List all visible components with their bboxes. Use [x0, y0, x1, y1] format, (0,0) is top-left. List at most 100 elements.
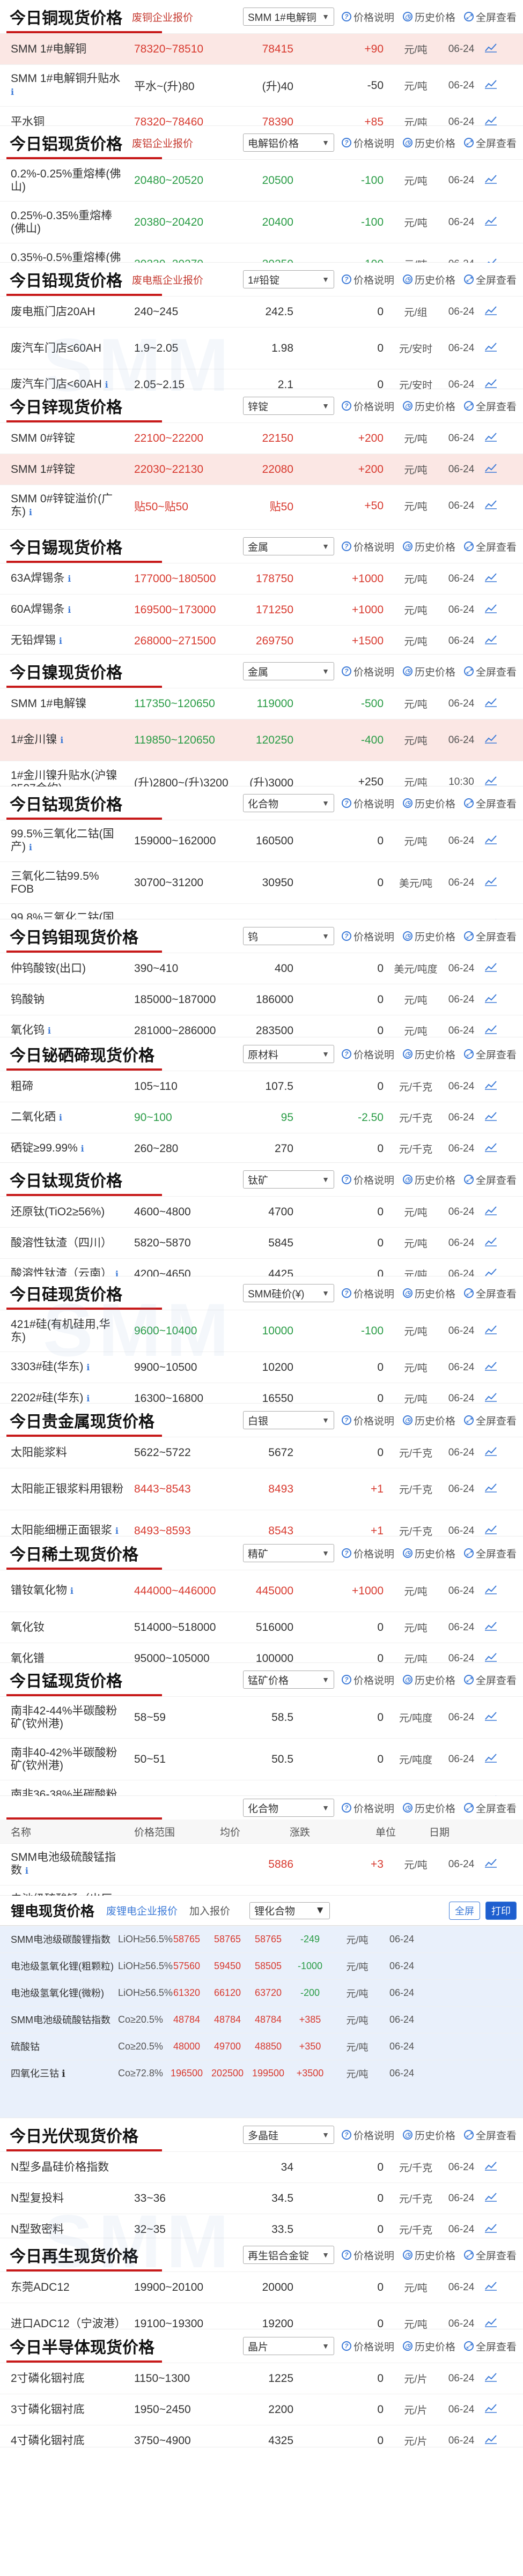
- price-explain-link[interactable]: ? 价格说明: [341, 10, 394, 24]
- info-icon[interactable]: ℹ: [29, 843, 32, 852]
- trend-chart-icon[interactable]: [480, 1858, 502, 1872]
- trend-chart-icon[interactable]: [480, 993, 502, 1007]
- product-name[interactable]: 2寸磷化铟衬底: [11, 2372, 123, 2385]
- trend-chart-icon[interactable]: [480, 572, 502, 586]
- trend-chart-icon[interactable]: [480, 834, 502, 848]
- product-name[interactable]: 硫酸钴: [11, 2042, 118, 2052]
- trend-chart-icon[interactable]: [480, 1324, 502, 1338]
- history-price-link[interactable]: ◷ 历史价格: [402, 1546, 455, 1561]
- trend-chart-icon[interactable]: [480, 1482, 502, 1496]
- category-select[interactable]: 金属 ▼: [242, 537, 334, 555]
- history-price-link[interactable]: ◷ 历史价格: [402, 2339, 455, 2354]
- product-name[interactable]: 421#硅(有机硅用,华东): [11, 1318, 123, 1344]
- history-price-link[interactable]: ◷ 历史价格: [402, 796, 455, 811]
- price-explain-link[interactable]: ? 价格说明: [341, 664, 394, 679]
- trend-chart-icon[interactable]: [480, 305, 502, 319]
- product-name[interactable]: SMM 1#锌锭: [11, 463, 123, 476]
- product-name[interactable]: 还原钛(TiO2≥56%): [11, 1206, 123, 1219]
- category-select[interactable]: SMM 1#电解铜 ▼: [242, 8, 334, 26]
- fullscreen-link[interactable]: ⤢ 全屏查看: [463, 1172, 517, 1187]
- trend-chart-icon[interactable]: [480, 603, 502, 617]
- trend-chart-icon[interactable]: [480, 499, 502, 513]
- history-price-link[interactable]: ◷ 历史价格: [402, 664, 455, 679]
- fullscreen-link[interactable]: ⤢ 全屏查看: [463, 10, 517, 24]
- price-explain-link[interactable]: ? 价格说明: [341, 136, 394, 150]
- fullscreen-link[interactable]: ⤢ 全屏查看: [463, 929, 517, 944]
- product-name[interactable]: 太阳能浆料: [11, 1446, 123, 1459]
- fullscreen-link[interactable]: ⤢ 全屏查看: [463, 399, 517, 413]
- product-name[interactable]: 酸溶性钛渣（四川）: [11, 1237, 123, 1250]
- info-icon[interactable]: ℹ: [105, 381, 108, 390]
- price-explain-link[interactable]: ? 价格说明: [341, 2248, 394, 2262]
- product-name[interactable]: 四氧化三钴 ℹ: [11, 2068, 118, 2079]
- history-price-link[interactable]: ◷ 历史价格: [402, 1286, 455, 1301]
- fullscreen-link[interactable]: ⤢ 全屏查看: [463, 1286, 517, 1301]
- quote-tag-link[interactable]: 废铜企业报价: [132, 10, 193, 24]
- trend-chart-icon[interactable]: [480, 697, 502, 711]
- history-price-link[interactable]: ◷ 历史价格: [402, 1047, 455, 1061]
- product-name[interactable]: 仲钨酸铵(出口): [11, 962, 123, 975]
- trend-chart-icon[interactable]: [480, 1142, 502, 1156]
- history-price-link[interactable]: ◷ 历史价格: [402, 1413, 455, 1428]
- fullscreen-link[interactable]: ⤢ 全屏查看: [463, 1546, 517, 1561]
- product-name[interactable]: 废汽车门店≤60AH: [11, 342, 123, 355]
- fullscreen-link[interactable]: ⤢ 全屏查看: [463, 1801, 517, 1815]
- history-price-link[interactable]: ◷ 历史价格: [402, 399, 455, 413]
- info-icon[interactable]: ℹ: [68, 575, 71, 584]
- history-price-link[interactable]: ◷ 历史价格: [402, 539, 455, 554]
- tab-add-quote[interactable]: 加入报价: [189, 1903, 230, 1918]
- print-button[interactable]: 打印: [485, 1901, 517, 1920]
- product-name[interactable]: SMM 0#锌锭溢价(广东) ℹ: [11, 493, 123, 519]
- price-explain-link[interactable]: ? 价格说明: [341, 1546, 394, 1561]
- product-name[interactable]: 南非42-44%半碳酸粉矿(钦州港): [11, 1705, 123, 1731]
- history-price-link[interactable]: ◷ 历史价格: [402, 2128, 455, 2142]
- product-name[interactable]: 电池级氢氧化锂(粗颗粒): [11, 1961, 118, 1972]
- history-price-link[interactable]: ◷ 历史价格: [402, 929, 455, 944]
- product-name[interactable]: 3寸磷化铟衬底: [11, 2403, 123, 2416]
- product-name[interactable]: 硒锭≥99.99% ℹ: [11, 1142, 123, 1156]
- trend-chart-icon[interactable]: [480, 342, 502, 355]
- trend-chart-icon[interactable]: [480, 1621, 502, 1635]
- product-name[interactable]: SMM 1#电解铜: [11, 43, 123, 56]
- product-name[interactable]: 废电瓶门店20AH: [11, 306, 123, 318]
- category-select[interactable]: 多晶硅 ▼: [242, 2126, 334, 2144]
- trend-chart-icon[interactable]: [480, 962, 502, 976]
- product-name[interactable]: 二氧化硒 ℹ: [11, 1111, 123, 1125]
- product-name[interactable]: 0.2%-0.25%重熔棒(佛山): [11, 168, 123, 194]
- product-name[interactable]: 钨酸钠: [11, 993, 123, 1006]
- price-explain-link[interactable]: ? 价格说明: [341, 272, 394, 287]
- product-name[interactable]: 4寸磷化铟衬底: [11, 2434, 123, 2447]
- trend-chart-icon[interactable]: [480, 79, 502, 93]
- info-icon[interactable]: ℹ: [60, 736, 63, 745]
- fullscreen-link[interactable]: ⤢ 全屏查看: [463, 1673, 517, 1687]
- product-name[interactable]: 63A焊锡条 ℹ: [11, 572, 123, 586]
- fullscreen-link[interactable]: ⤢ 全屏查看: [463, 1047, 517, 1061]
- product-name[interactable]: N型复投料: [11, 2192, 123, 2205]
- category-select[interactable]: 1#铅锭 ▼: [242, 270, 334, 288]
- trend-chart-icon[interactable]: [480, 2161, 502, 2174]
- price-explain-link[interactable]: ? 价格说明: [341, 1673, 394, 1687]
- trend-chart-icon[interactable]: [480, 733, 502, 747]
- fullscreen-link[interactable]: ⤢ 全屏查看: [463, 1413, 517, 1428]
- product-name[interactable]: SMM 1#电解铜升贴水 ℹ: [11, 72, 123, 99]
- history-price-link[interactable]: ◷ 历史价格: [402, 1801, 455, 1815]
- fullscreen-link[interactable]: ⤢ 全屏查看: [463, 664, 517, 679]
- product-name[interactable]: 60A焊锡条 ℹ: [11, 603, 123, 617]
- price-explain-link[interactable]: ? 价格说明: [341, 1286, 394, 1301]
- history-price-link[interactable]: ◷ 历史价格: [402, 272, 455, 287]
- info-icon[interactable]: ℹ: [86, 1363, 90, 1372]
- product-name[interactable]: 99.5%三氧化二钴(国产) ℹ: [11, 828, 123, 855]
- trend-chart-icon[interactable]: [480, 2317, 502, 2331]
- trend-chart-icon[interactable]: [480, 1584, 502, 1598]
- fullscreen-link[interactable]: ⤢ 全屏查看: [463, 796, 517, 811]
- info-icon[interactable]: ℹ: [48, 1027, 51, 1036]
- category-select[interactable]: 化合物 ▼: [242, 794, 334, 812]
- fullscreen-link[interactable]: ⤢ 全屏查看: [463, 136, 517, 150]
- info-icon[interactable]: ℹ: [59, 1113, 62, 1123]
- info-icon[interactable]: ℹ: [68, 606, 71, 615]
- category-select[interactable]: 白银 ▼: [242, 1411, 334, 1429]
- price-explain-link[interactable]: ? 价格说明: [341, 539, 394, 554]
- category-select[interactable]: 锰矿价格 ▼: [242, 1671, 334, 1689]
- category-select[interactable]: 钛矿 ▼: [242, 1170, 334, 1189]
- trend-chart-icon[interactable]: [480, 2223, 502, 2237]
